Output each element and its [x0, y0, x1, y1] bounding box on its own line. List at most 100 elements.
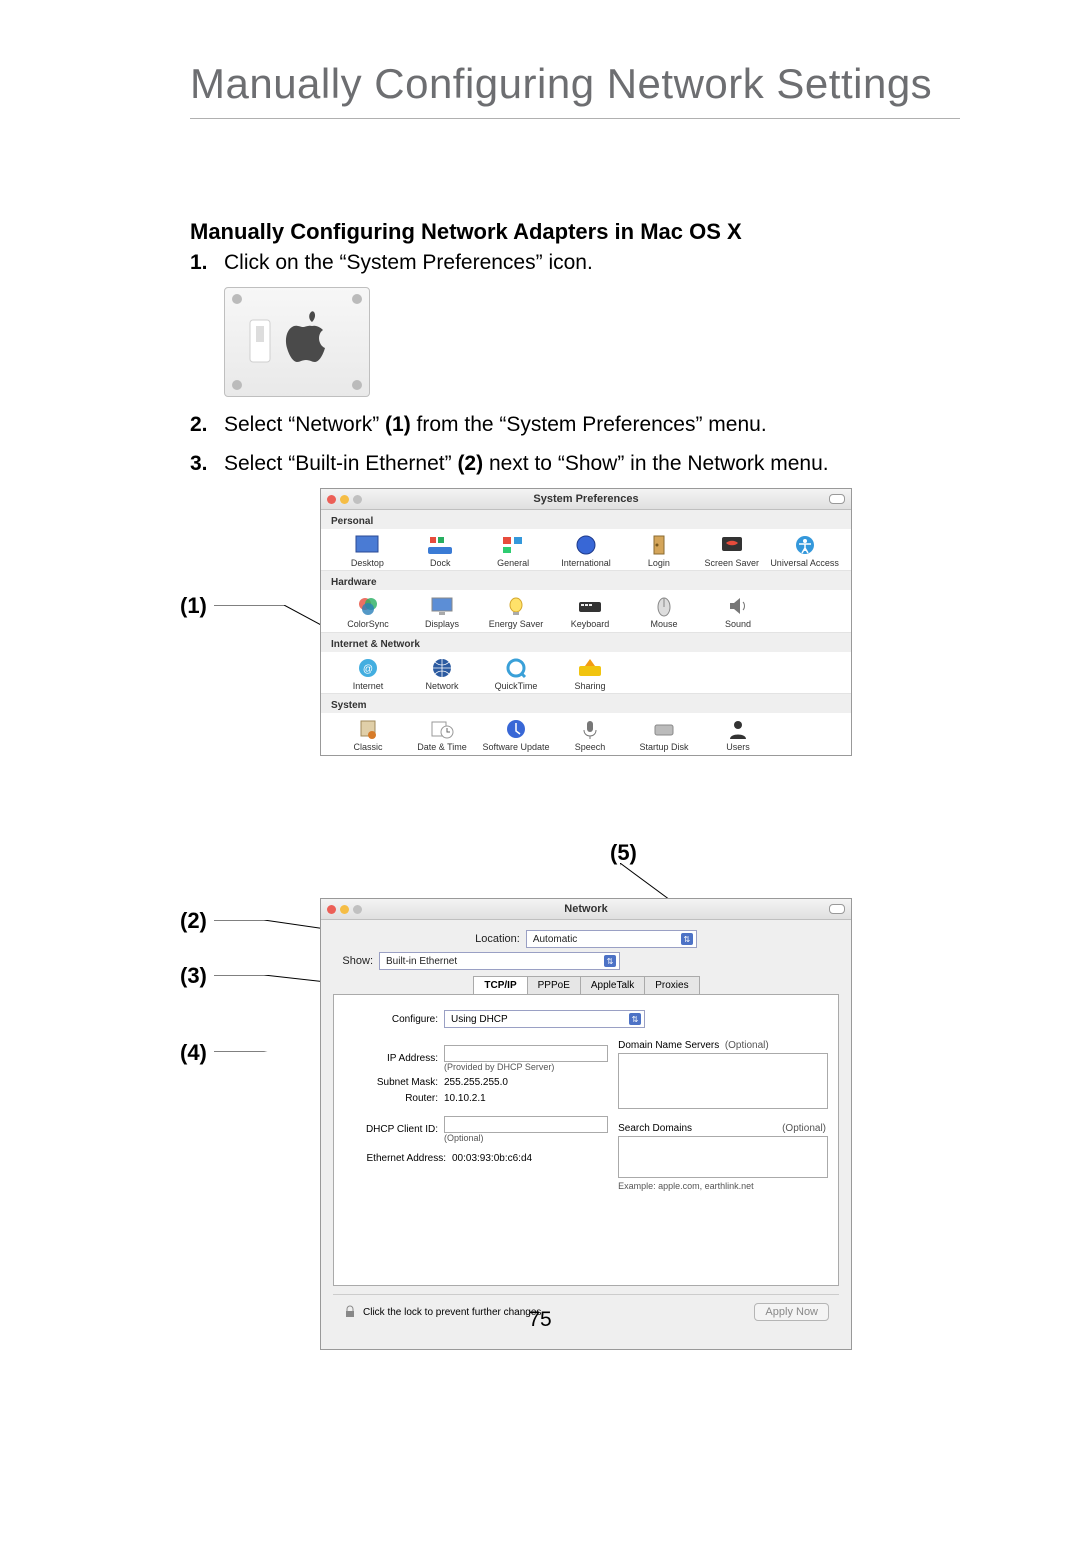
classic-icon [354, 717, 382, 741]
search-input[interactable] [618, 1136, 828, 1178]
date-time-icon [428, 717, 456, 741]
group-personal: Desktop Dock General International Login… [321, 529, 851, 571]
pref-speech[interactable]: Speech [553, 715, 627, 752]
step-2: 2. Select “Network” (1) from the “System… [190, 411, 960, 439]
speech-icon [576, 717, 604, 741]
quicktime-icon [502, 656, 530, 680]
system-preferences-window: System Preferences Personal Desktop Dock… [320, 488, 852, 756]
step-text: Select “Network” (1) from the “System Pr… [224, 411, 960, 439]
eth-value: 00:03:93:0b:c6:d4 [452, 1153, 600, 1164]
step-text: Click on the “System Preferences” icon. [224, 249, 960, 277]
pref-date-time[interactable]: Date & Time [405, 715, 479, 752]
group-internet: @Internet Network QuickTime Sharing [321, 652, 851, 694]
tab-proxies[interactable]: Proxies [644, 976, 699, 994]
step-text: Select “Built-in Ethernet” (2) next to “… [224, 450, 960, 478]
page-number: 75 [0, 1308, 1080, 1332]
dhcp-id-input[interactable] [444, 1116, 608, 1133]
tcpip-left-column: IP Address: (Provided by DHCP Server) Su… [346, 1040, 600, 1191]
users-icon [724, 717, 752, 741]
energy-saver-icon [502, 594, 530, 618]
pref-international[interactable]: International [550, 531, 623, 568]
figure-area: (1) (2) (3) (4) (5) System Preferences P… [190, 488, 960, 1358]
show-label: Show: [333, 955, 379, 967]
callout-3: (3) [180, 963, 207, 989]
callout-1: (1) [180, 593, 207, 619]
page-title: Manually Configuring Network Settings [190, 60, 960, 119]
step-1: 1. Click on the “System Preferences” ico… [190, 249, 960, 277]
configure-label: Configure: [346, 1014, 444, 1025]
window-title: System Preferences [321, 493, 851, 505]
desktop-icon [353, 533, 381, 557]
subnet-label: Subnet Mask: [346, 1077, 444, 1088]
group-label-internet: Internet & Network [321, 633, 851, 652]
pref-energy-saver[interactable]: Energy Saver [479, 592, 553, 629]
tab-bar: TCP/IP PPPoE AppleTalk Proxies [333, 976, 839, 994]
login-icon [645, 533, 673, 557]
pref-sound[interactable]: Sound [701, 592, 775, 629]
pref-sharing[interactable]: Sharing [553, 654, 627, 691]
location-label: Location: [475, 933, 526, 945]
pref-login[interactable]: Login [622, 531, 695, 568]
group-label-personal: Personal [321, 510, 851, 529]
step-3: 3. Select “Built-in Ethernet” (2) next t… [190, 450, 960, 478]
dns-input[interactable] [618, 1053, 828, 1109]
pref-quicktime[interactable]: QuickTime [479, 654, 553, 691]
pref-users[interactable]: Users [701, 715, 775, 752]
eth-label: Ethernet Address: [346, 1153, 452, 1164]
displays-icon [428, 594, 456, 618]
configure-select[interactable]: Using DHCP ⇅ [444, 1010, 645, 1028]
international-icon [572, 533, 600, 557]
pref-universal-access[interactable]: Universal Access [768, 531, 841, 568]
tcpip-right-column: Domain Name Servers (Optional) Search Do… [618, 1040, 826, 1191]
tab-appletalk[interactable]: AppleTalk [580, 976, 645, 994]
dropdown-arrow-icon: ⇅ [604, 955, 616, 967]
pref-desktop[interactable]: Desktop [331, 531, 404, 568]
step-number: 2. [190, 411, 224, 439]
ip-label: IP Address: [346, 1053, 444, 1064]
subnet-value: 255.255.255.0 [444, 1077, 600, 1088]
dropdown-arrow-icon: ⇅ [629, 1013, 641, 1025]
pref-internet[interactable]: @Internet [331, 654, 405, 691]
router-label: Router: [346, 1093, 444, 1104]
network-window: Network Location: Automatic ⇅ Show: Buil… [320, 898, 852, 1350]
pref-software-update[interactable]: Software Update [479, 715, 553, 752]
search-head: Search Domains(Optional) [618, 1123, 826, 1134]
dhcp-id-label: DHCP Client ID: [346, 1124, 444, 1135]
sharing-icon [576, 656, 604, 680]
colorsync-icon [354, 594, 382, 618]
step-number: 3. [190, 450, 224, 478]
tab-panel-tcpip: Configure: Using DHCP ⇅ IP Address: [333, 994, 839, 1286]
tab-tcpip[interactable]: TCP/IP [473, 976, 527, 994]
pref-screensaver[interactable]: Screen Saver [695, 531, 768, 568]
group-system: Classic Date & Time Software Update Spee… [321, 713, 851, 754]
router-value: 10.10.2.1 [444, 1093, 600, 1104]
pref-displays[interactable]: Displays [405, 592, 479, 629]
pref-classic[interactable]: Classic [331, 715, 405, 752]
dns-head: Domain Name Servers (Optional) [618, 1040, 826, 1051]
group-hardware: ColorSync Displays Energy Saver Keyboard… [321, 590, 851, 632]
pref-keyboard[interactable]: Keyboard [553, 592, 627, 629]
toolbar-toggle-icon[interactable] [829, 494, 845, 504]
network-icon [428, 656, 456, 680]
titlebar: System Preferences [321, 489, 851, 510]
dropdown-arrow-icon: ⇅ [681, 933, 693, 945]
dock-icon [426, 533, 454, 557]
startup-disk-icon [650, 717, 678, 741]
callout-4: (4) [180, 1040, 207, 1066]
pref-dock[interactable]: Dock [404, 531, 477, 568]
pref-mouse[interactable]: Mouse [627, 592, 701, 629]
network-body: Location: Automatic ⇅ Show: Built-in Eth… [321, 920, 851, 1329]
search-example: Example: apple.com, earthlink.net [618, 1181, 826, 1191]
pref-network[interactable]: Network [405, 654, 479, 691]
software-update-icon [502, 717, 530, 741]
sound-icon [724, 594, 752, 618]
pref-colorsync[interactable]: ColorSync [331, 592, 405, 629]
show-select[interactable]: Built-in Ethernet ⇅ [379, 952, 620, 970]
toolbar-toggle-icon[interactable] [829, 904, 845, 914]
location-select[interactable]: Automatic ⇅ [526, 930, 697, 948]
window-title: Network [321, 903, 851, 915]
tab-pppoe[interactable]: PPPoE [527, 976, 581, 994]
pref-startup-disk[interactable]: Startup Disk [627, 715, 701, 752]
pref-general[interactable]: General [477, 531, 550, 568]
show-value: Built-in Ethernet [386, 956, 457, 967]
